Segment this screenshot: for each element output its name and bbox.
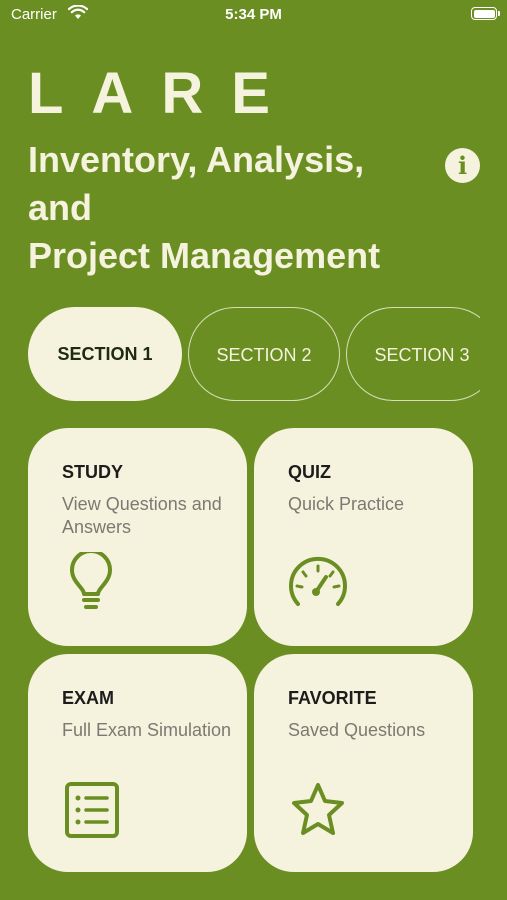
study-card-subtitle: View Questions and Answers	[62, 494, 222, 537]
status-bar: Carrier 5:34 PM	[0, 0, 507, 30]
favorite-card-title: FAVORITE	[288, 688, 377, 708]
lightbulb-icon	[70, 552, 112, 609]
quiz-card-subtitle: Quick Practice	[288, 494, 405, 514]
study-card[interactable]: STUDY View Questions and Answers	[28, 428, 247, 646]
favorite-card[interactable]: FAVORITE Saved Questions	[254, 654, 473, 872]
battery-icon	[471, 7, 500, 20]
exam-subject-title: Inventory, Analysis, and Project Managem…	[28, 139, 381, 276]
clock-time: 5:34 PM	[225, 6, 282, 23]
tab-section-3[interactable]: SECTION 3	[346, 307, 480, 401]
exam-card[interactable]: EXAM Full Exam Simulation	[28, 654, 247, 872]
tab-section-2[interactable]: SECTION 2	[188, 307, 340, 401]
exam-card-subtitle: Full Exam Simulation	[62, 720, 232, 740]
list-document-icon	[65, 782, 119, 838]
quiz-card-title: QUIZ	[288, 462, 331, 482]
tab-section-1[interactable]: SECTION 1	[28, 307, 182, 401]
speedometer-icon	[289, 556, 347, 606]
section-selector: SECTION 1 SECTION 2 SECTION 3	[28, 307, 480, 401]
study-card-title: STUDY	[62, 462, 124, 482]
exam-card-title: EXAM	[62, 688, 115, 708]
favorite-card-subtitle: Saved Questions	[288, 720, 426, 740]
quiz-card[interactable]: QUIZ Quick Practice	[254, 428, 473, 646]
app-brand-title: LARE	[28, 61, 298, 126]
info-button[interactable]: i	[445, 148, 480, 183]
star-icon	[292, 783, 344, 835]
